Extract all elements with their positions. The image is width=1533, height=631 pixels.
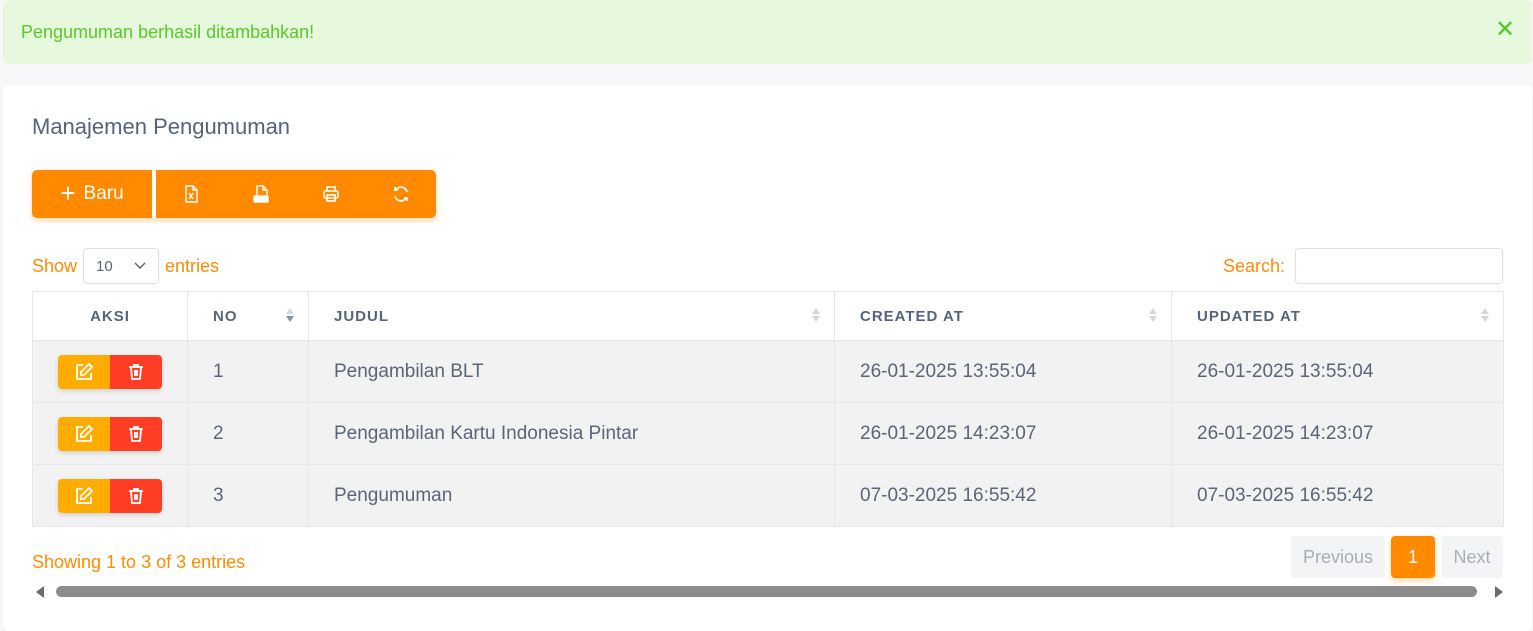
header-judul-label: JUDUL <box>334 307 390 325</box>
search-control: Search: <box>1223 248 1503 284</box>
print-icon <box>323 186 339 202</box>
entries-select-value: 10 <box>96 257 113 275</box>
scroll-left-icon[interactable] <box>36 586 44 598</box>
export-excel-button[interactable] <box>156 170 226 218</box>
trash-icon <box>129 487 143 504</box>
announcement-card: Manajemen Pengumuman + Baru Show 10 entr… <box>3 85 1532 631</box>
show-label: Show <box>32 255 78 276</box>
print-button[interactable] <box>296 170 366 218</box>
export-csv-button[interactable] <box>226 170 296 218</box>
edit-button[interactable] <box>58 478 110 513</box>
next-button[interactable]: Next <box>1441 536 1503 578</box>
edit-button[interactable] <box>58 354 110 389</box>
entries-label: entries <box>165 255 220 276</box>
header-updated-at-label: UPDATED AT <box>1197 307 1301 325</box>
table-row: 3 Pengumuman 07-03-2025 16:55:42 07-03-2… <box>32 464 1504 527</box>
cell-judul: Pengambilan BLT <box>308 340 835 403</box>
edit-icon <box>76 424 94 442</box>
horizontal-scrollbar[interactable] <box>36 582 1503 602</box>
sort-icon <box>286 308 294 326</box>
cell-no: 1 <box>187 340 309 403</box>
cell-updated-at: 26-01-2025 14:23:07 <box>1171 402 1504 465</box>
action-cell <box>32 340 188 403</box>
header-created-at[interactable]: CREATED AT <box>834 291 1172 341</box>
chevron-down-icon <box>134 262 146 270</box>
scroll-right-icon[interactable] <box>1495 586 1503 598</box>
excel-export-icon <box>185 185 198 203</box>
cell-updated-at: 26-01-2025 13:55:04 <box>1171 340 1504 403</box>
header-no-label: NO <box>213 307 238 325</box>
close-icon[interactable]: ✕ <box>1494 17 1516 43</box>
sort-icon <box>812 308 820 326</box>
delete-button[interactable] <box>110 416 162 451</box>
announcement-table: AKSI NO JUDUL CREATED AT UPDATED AT 1 Pe… <box>32 291 1504 527</box>
header-created-at-label: CREATED AT <box>860 307 964 325</box>
page-title: Manajemen Pengumuman <box>32 114 291 139</box>
scrollbar-thumb[interactable] <box>56 586 1477 597</box>
cell-no: 3 <box>187 464 309 527</box>
trash-icon <box>129 425 143 442</box>
refresh-icon <box>394 186 408 202</box>
refresh-button[interactable] <box>366 170 436 218</box>
alert-message: Pengumuman berhasil ditambahkan! <box>21 21 315 42</box>
header-judul[interactable]: JUDUL <box>308 291 835 341</box>
new-button-label: Baru <box>83 183 124 204</box>
table-row: 2 Pengambilan Kartu Indonesia Pintar 26-… <box>32 402 1504 465</box>
entries-select[interactable]: 10 <box>83 248 160 284</box>
cell-updated-at: 07-03-2025 16:55:42 <box>1171 464 1504 527</box>
action-cell <box>32 464 188 527</box>
cell-created-at: 26-01-2025 14:23:07 <box>834 402 1172 465</box>
success-alert: Pengumuman berhasil ditambahkan! ✕ <box>3 0 1532 64</box>
new-button[interactable]: + Baru <box>32 170 152 218</box>
edit-button[interactable] <box>58 416 110 451</box>
csv-export-icon <box>253 185 269 203</box>
toolbar: + Baru <box>32 170 436 218</box>
header-no[interactable]: NO <box>187 291 309 341</box>
trash-icon <box>129 363 143 380</box>
table-info: Showing 1 to 3 of 3 entries <box>32 552 246 572</box>
length-control: Show 10 entries <box>32 248 219 284</box>
search-input[interactable] <box>1295 248 1503 284</box>
cell-judul: Pengambilan Kartu Indonesia Pintar <box>308 402 835 465</box>
delete-button[interactable] <box>110 354 162 389</box>
sort-icon <box>1149 308 1157 326</box>
plus-icon: + <box>60 178 76 208</box>
cell-created-at: 07-03-2025 16:55:42 <box>834 464 1172 527</box>
cell-judul: Pengumuman <box>308 464 835 527</box>
table-row: 1 Pengambilan BLT 26-01-2025 13:55:04 26… <box>32 340 1504 403</box>
sort-icon <box>1481 308 1489 326</box>
cell-created-at: 26-01-2025 13:55:04 <box>834 340 1172 403</box>
previous-button[interactable]: Previous <box>1291 536 1385 578</box>
table-header-row: AKSI NO JUDUL CREATED AT UPDATED AT <box>32 291 1504 341</box>
action-cell <box>32 402 188 465</box>
header-updated-at[interactable]: UPDATED AT <box>1171 291 1504 341</box>
header-aksi: AKSI <box>32 291 188 341</box>
search-label: Search: <box>1222 255 1285 276</box>
pagination: Previous 1 Next <box>1291 536 1503 578</box>
edit-icon <box>76 362 94 380</box>
delete-button[interactable] <box>110 478 162 513</box>
page-1-button[interactable]: 1 <box>1391 536 1435 578</box>
cell-no: 2 <box>187 402 309 465</box>
edit-icon <box>76 486 94 504</box>
